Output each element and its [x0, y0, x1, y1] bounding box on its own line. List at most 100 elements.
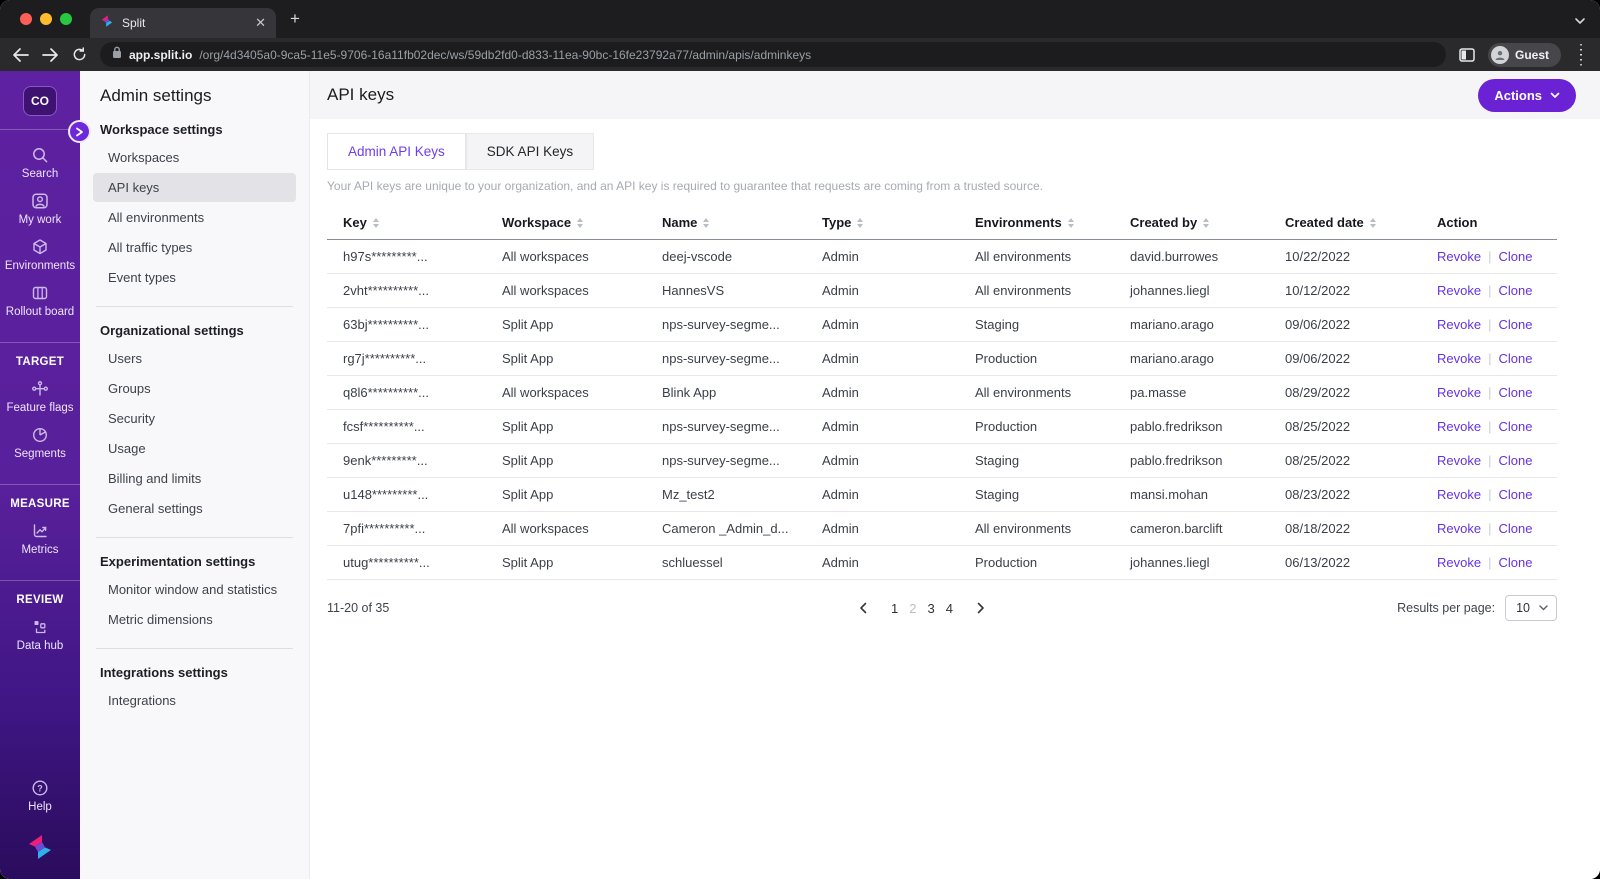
clone-link[interactable]: Clone — [1498, 317, 1532, 332]
revoke-link[interactable]: Revoke — [1437, 555, 1481, 570]
tab[interactable]: Admin API Keys — [327, 133, 466, 170]
clone-link[interactable]: Clone — [1498, 419, 1532, 434]
table-column-header[interactable]: Created date — [1269, 207, 1421, 239]
revoke-link[interactable]: Revoke — [1437, 419, 1481, 434]
settings-nav-item[interactable]: Billing and limits — [93, 464, 296, 493]
table-column-header[interactable]: Type — [806, 207, 959, 239]
window-zoom-button[interactable] — [60, 13, 72, 25]
clone-link[interactable]: Clone — [1498, 385, 1532, 400]
sidebar-item-segments[interactable]: Segments — [0, 425, 80, 460]
table-column-header[interactable]: Key — [327, 207, 486, 239]
cell-type: Admin — [822, 487, 859, 502]
table-column-header[interactable]: Action — [1421, 207, 1557, 239]
revoke-link[interactable]: Revoke — [1437, 453, 1481, 468]
settings-nav-item[interactable]: Integrations — [93, 686, 296, 715]
settings-nav-item[interactable]: All traffic types — [93, 233, 296, 262]
back-button[interactable] — [12, 47, 29, 62]
settings-section-organizational: Organizational settings Users Groups Secur… — [93, 323, 296, 538]
profile-chip[interactable]: Guest — [1487, 42, 1561, 67]
next-page-icon[interactable] — [977, 602, 985, 614]
settings-nav-item[interactable]: Users — [93, 344, 296, 373]
sidebar-item-feature-flags[interactable]: Feature flags — [0, 379, 80, 414]
window-close-button[interactable] — [20, 13, 32, 25]
clone-link[interactable]: Clone — [1498, 487, 1532, 502]
revoke-link[interactable]: Revoke — [1437, 249, 1481, 264]
sort-icon[interactable] — [1067, 217, 1074, 228]
revoke-link[interactable]: Revoke — [1437, 283, 1481, 298]
sidebar-item-search[interactable]: Search — [0, 145, 80, 180]
tab-close-icon[interactable]: ✕ — [255, 15, 266, 31]
url-path: /org/4d3405a0-9ca5-11e5-9706-16a11fb02de… — [199, 47, 812, 62]
cell-type: Admin — [822, 283, 859, 298]
revoke-link[interactable]: Revoke — [1437, 385, 1481, 400]
settings-nav-item[interactable]: General settings — [93, 494, 296, 523]
clone-link[interactable]: Clone — [1498, 249, 1532, 264]
sidebar-item-data-hub[interactable]: Data hub — [0, 617, 80, 652]
settings-nav-item[interactable]: Workspaces — [93, 143, 296, 172]
page-number[interactable]: 3 — [928, 601, 935, 616]
settings-nav-item[interactable]: Groups — [93, 374, 296, 403]
actions-button[interactable]: Actions — [1478, 78, 1576, 112]
settings-nav-item[interactable]: API keys — [93, 173, 296, 202]
table-column-header[interactable]: Environments — [959, 207, 1114, 239]
previous-page-icon[interactable] — [859, 602, 867, 614]
cell-action: Revoke | Clone — [1421, 385, 1557, 400]
sort-icon[interactable] — [577, 217, 584, 228]
sidebar-item-my-work[interactable]: My work — [0, 191, 80, 226]
sort-icon[interactable] — [703, 217, 710, 228]
revoke-link[interactable]: Revoke — [1437, 521, 1481, 536]
revoke-link[interactable]: Revoke — [1437, 351, 1481, 366]
cell-action: Revoke | Clone — [1421, 521, 1557, 536]
sidebar-section-review: REVIEW — [16, 594, 64, 606]
sort-icon[interactable] — [857, 217, 864, 228]
settings-nav-item[interactable]: Monitor window and statistics — [93, 575, 296, 604]
cell-environments: Production — [975, 419, 1038, 434]
settings-nav-item[interactable]: Security — [93, 404, 296, 433]
sidebar-bottom: ? Help — [26, 778, 54, 879]
settings-nav-item[interactable]: All environments — [93, 203, 296, 232]
org-badge[interactable]: CO — [23, 86, 57, 116]
reload-button[interactable] — [72, 47, 87, 62]
table-column-header[interactable]: Created by — [1114, 207, 1269, 239]
table-column-header[interactable]: Name — [646, 207, 806, 239]
cell-action: Revoke | Clone — [1421, 419, 1557, 434]
clone-link[interactable]: Clone — [1498, 521, 1532, 536]
table-row: 7pfi**********... All workspaces Cameron… — [327, 512, 1557, 546]
settings-section-items: Users Groups Security Usage Billing and limi… — [93, 344, 296, 523]
clone-link[interactable]: Clone — [1498, 453, 1532, 468]
sidebar-item-environments[interactable]: Environments — [0, 237, 80, 272]
sidebar-item-metrics[interactable]: Metrics — [0, 521, 80, 556]
page-number[interactable]: 4 — [946, 601, 953, 616]
clone-link[interactable]: Clone — [1498, 555, 1532, 570]
sort-icon[interactable] — [1369, 217, 1376, 228]
page-number[interactable]: 2 — [909, 601, 916, 616]
settings-nav-item[interactable]: Usage — [93, 434, 296, 463]
tab[interactable]: SDK API Keys — [465, 133, 595, 170]
page-number[interactable]: 1 — [891, 601, 898, 616]
revoke-link[interactable]: Revoke — [1437, 487, 1481, 502]
clone-link[interactable]: Clone — [1498, 283, 1532, 298]
browser-menu-icon[interactable]: ⋮ ⋮ ⋮ — [1574, 42, 1588, 66]
forward-button[interactable] — [42, 47, 59, 62]
revoke-link[interactable]: Revoke — [1437, 317, 1481, 332]
cell-key: q8l6**********... — [343, 385, 430, 400]
settings-nav-item[interactable]: Event types — [93, 263, 296, 292]
sidebar-item-help[interactable]: ? Help — [26, 778, 54, 813]
results-per-page-select[interactable]: 10 — [1505, 595, 1557, 621]
side-panel-icon[interactable] — [1459, 47, 1475, 62]
window-minimize-button[interactable] — [40, 13, 52, 25]
new-tab-button[interactable]: + — [290, 9, 300, 29]
sidebar-item-rollout-board[interactable]: Rollout board — [0, 283, 80, 318]
sidebar-collapse-button[interactable] — [68, 120, 91, 143]
table-column-header[interactable]: Workspace — [486, 207, 646, 239]
sort-icon[interactable] — [372, 217, 379, 228]
url-bar[interactable]: app.split.io/org/4d3405a0-9ca5-11e5-9706… — [100, 42, 1446, 67]
tab-search-chevron-icon[interactable] — [1574, 12, 1586, 30]
browser-tab[interactable]: Split ✕ — [90, 8, 276, 38]
sidebar-section-target: TARGET — [15, 356, 65, 368]
table-row: u148*********... Split App Mz_test2 Admi… — [327, 478, 1557, 512]
split-logo[interactable] — [26, 832, 54, 867]
clone-link[interactable]: Clone — [1498, 351, 1532, 366]
sort-icon[interactable] — [1203, 217, 1210, 228]
settings-nav-item[interactable]: Metric dimensions — [93, 605, 296, 634]
